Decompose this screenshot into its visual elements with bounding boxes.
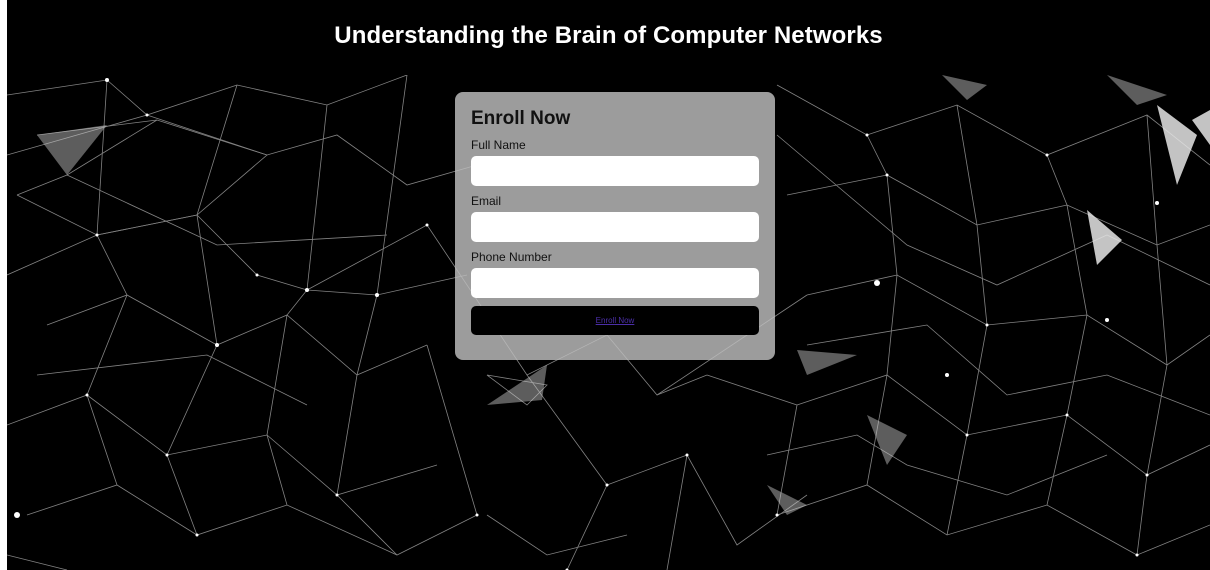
page: Understanding the Brain of Computer Netw… bbox=[7, 0, 1210, 570]
email-input[interactable] bbox=[471, 212, 759, 242]
form-title: Enroll Now bbox=[471, 108, 571, 129]
page-title: Understanding the Brain of Computer Netw… bbox=[334, 21, 883, 49]
enroll-form: Enroll Now Full Name Email Phone Number … bbox=[455, 92, 775, 360]
full-name-label: Full Name bbox=[471, 138, 526, 152]
phone-number-input[interactable] bbox=[471, 268, 759, 298]
enroll-now-link[interactable]: Enroll Now bbox=[596, 316, 635, 325]
email-label: Email bbox=[471, 194, 502, 208]
phone-number-label: Phone Number bbox=[471, 250, 552, 264]
full-name-input[interactable] bbox=[471, 156, 759, 186]
page-header: Understanding the Brain of Computer Netw… bbox=[7, 0, 1210, 75]
enroll-now-button[interactable]: Enroll Now bbox=[471, 306, 759, 335]
